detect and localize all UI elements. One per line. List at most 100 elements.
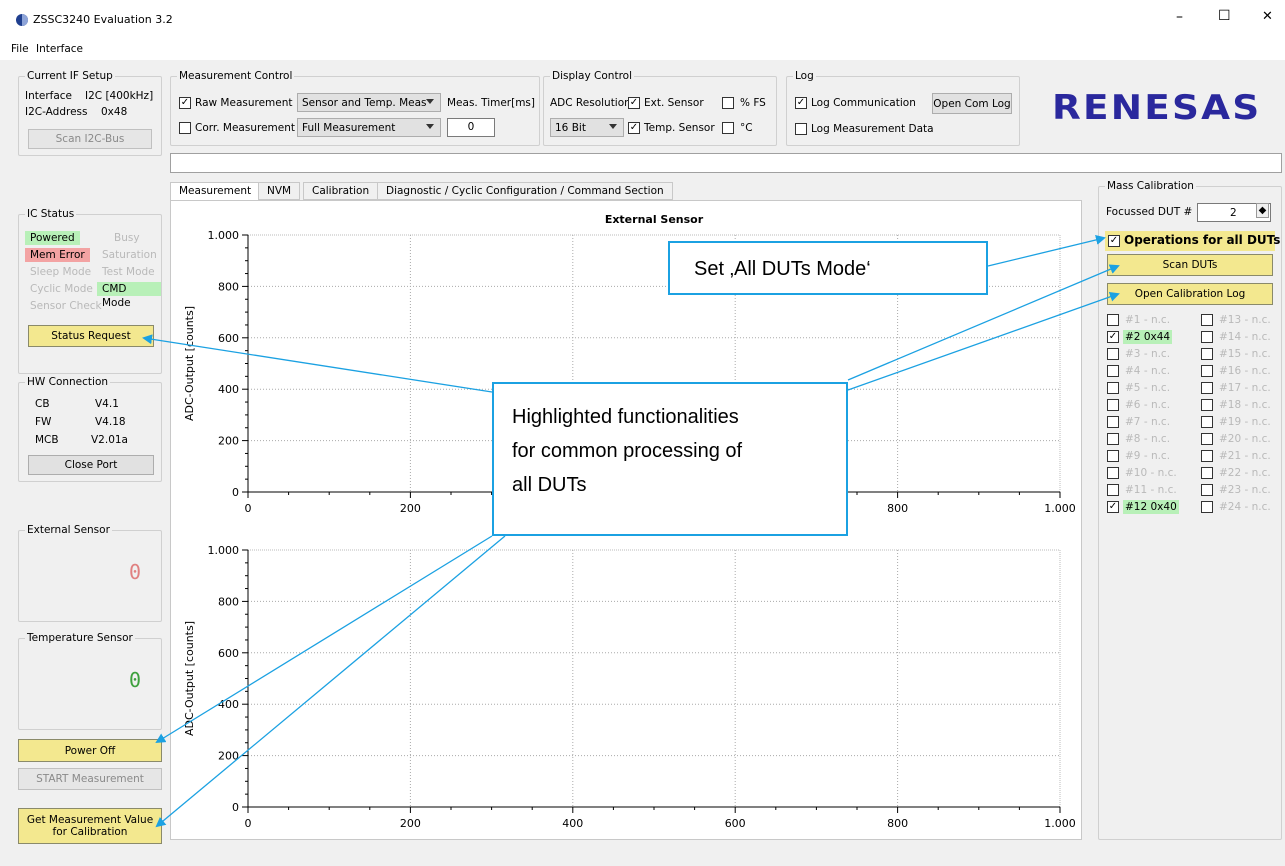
dut-checkbox[interactable] <box>1107 484 1119 496</box>
status-mem-error: Mem Error <box>25 248 90 262</box>
adc-resolution-select[interactable]: 16 Bit <box>550 118 624 137</box>
dut-checkbox[interactable] <box>1201 314 1213 326</box>
x-tick-label: 1.000 <box>1044 502 1076 515</box>
dut-checkbox[interactable] <box>1201 484 1213 496</box>
get-measurement-value-button[interactable]: Get Measurement Value for Calibration <box>18 808 162 844</box>
dut-checkbox[interactable] <box>1107 314 1119 326</box>
dut-label: #17 - n.c. <box>1219 382 1271 394</box>
hw-fw-label: FW <box>35 416 52 428</box>
dut-label: #3 - n.c. <box>1125 348 1171 360</box>
raw-mode-select[interactable]: Sensor and Temp. Meas <box>297 93 441 112</box>
temp-sensor-checkbox[interactable]: ✓ <box>628 122 640 134</box>
scan-i2c-button[interactable]: Scan I2C-Bus <box>28 129 152 149</box>
dut-checkbox[interactable] <box>1107 467 1119 479</box>
dut-checkbox[interactable]: ✓ <box>1107 501 1119 513</box>
menu-interface[interactable]: Interface <box>36 42 83 56</box>
plot-area <box>247 549 1061 808</box>
fs-checkbox[interactable] <box>722 97 734 109</box>
close-button[interactable]: ✕ <box>1262 10 1273 24</box>
log-communication-checkbox[interactable]: ✓ <box>795 97 807 109</box>
x-tick-label: 200 <box>400 502 421 515</box>
dut-checkbox[interactable]: ✓ <box>1107 331 1119 343</box>
dut-label: #9 - n.c. <box>1125 450 1171 462</box>
dut-label: #15 - n.c. <box>1219 348 1271 360</box>
raw-measurement-checkbox[interactable]: ✓ <box>179 97 191 109</box>
dut-label: #18 - n.c. <box>1219 399 1271 411</box>
log-measurement-checkbox[interactable] <box>795 123 807 135</box>
if-setup-group: Current IF Setup Interface I2C [400kHz] … <box>18 69 162 156</box>
tab-calibration[interactable]: Calibration <box>303 182 379 200</box>
close-port-button[interactable]: Close Port <box>28 455 154 475</box>
y-tick-label: 800 <box>218 595 239 608</box>
dut-label: #21 - n.c. <box>1219 450 1271 462</box>
external-sensor-title: External Sensor <box>25 523 112 537</box>
timer-input[interactable]: 0 <box>447 118 495 137</box>
all-duts-row[interactable]: ✓ Operations for all DUTs <box>1105 231 1280 251</box>
start-measurement-button[interactable]: START Measurement <box>18 768 162 790</box>
dut-checkbox[interactable] <box>1107 348 1119 360</box>
temp-sensor-label: Temp. Sensor <box>644 122 715 134</box>
degc-label: °C <box>740 122 753 134</box>
minimize-button[interactable]: – <box>1176 10 1183 24</box>
dut-checkbox[interactable] <box>1201 467 1213 479</box>
callout-line-1: Highlighted functionalities <box>512 406 739 428</box>
log-title: Log <box>793 69 816 83</box>
corr-mode-select[interactable]: Full Measurement <box>297 118 441 137</box>
x-tick-label: 1.000 <box>1044 817 1076 830</box>
maximize-button[interactable]: ☐ <box>1218 9 1231 23</box>
chevron-down-icon <box>426 99 434 104</box>
ic-status-group: IC Status Powered Busy Mem Error Saturat… <box>18 207 162 374</box>
dut-label: #7 - n.c. <box>1125 416 1171 428</box>
dut-label: #2 0x44 <box>1123 330 1173 344</box>
status-sensor-check: Sensor Check <box>30 300 102 312</box>
dut-checkbox[interactable] <box>1201 501 1213 513</box>
all-duts-label: Operations for all DUTs <box>1124 233 1281 247</box>
focussed-dut-spinbox[interactable]: 2 ◆ <box>1197 203 1271 222</box>
status-request-button[interactable]: Status Request <box>28 325 154 347</box>
dut-checkbox[interactable] <box>1107 450 1119 462</box>
raw-mode-value: Sensor and Temp. Meas <box>302 96 427 109</box>
callout-line-2: for common processing of <box>512 440 743 462</box>
renesas-logo: RENESAS <box>1052 88 1262 128</box>
menu-file[interactable]: File <box>11 42 29 56</box>
dut-label: #14 - n.c. <box>1219 331 1271 343</box>
x-tick-label: 200 <box>400 817 421 830</box>
power-off-button[interactable]: Power Off <box>18 739 162 762</box>
dut-checkbox[interactable] <box>1201 331 1213 343</box>
dut-checkbox[interactable] <box>1107 365 1119 377</box>
tab-measurement[interactable]: Measurement <box>170 182 261 201</box>
corr-measurement-checkbox[interactable] <box>179 122 191 134</box>
degc-checkbox[interactable] <box>722 122 734 134</box>
dut-checkbox[interactable] <box>1201 450 1213 462</box>
y-axis-label: ADC-Output [counts] <box>183 306 196 421</box>
dut-checkbox[interactable] <box>1107 416 1119 428</box>
open-com-log-button[interactable]: Open Com Log <box>932 93 1012 114</box>
hw-mcb-label: MCB <box>35 434 59 446</box>
all-duts-checkbox[interactable]: ✓ <box>1108 235 1120 247</box>
dut-checkbox[interactable] <box>1201 433 1213 445</box>
dut-label: #19 - n.c. <box>1219 416 1271 428</box>
dut-checkbox[interactable] <box>1107 433 1119 445</box>
spinner-icon[interactable]: ◆ <box>1256 203 1269 218</box>
ext-sensor-checkbox[interactable]: ✓ <box>628 97 640 109</box>
dut-checkbox[interactable] <box>1201 365 1213 377</box>
dut-checkbox[interactable] <box>1201 382 1213 394</box>
status-cmd-mode: CMD Mode <box>97 282 161 309</box>
scan-duts-button[interactable]: Scan DUTs <box>1107 254 1273 276</box>
y-tick-label: 800 <box>218 280 239 293</box>
hw-connection-title: HW Connection <box>25 375 111 389</box>
open-calibration-log-button[interactable]: Open Calibration Log <box>1107 283 1273 305</box>
hw-connection-group: HW Connection CB V4.1 FW V4.18 MCB V2.01… <box>18 375 162 482</box>
dut-checkbox[interactable] <box>1201 416 1213 428</box>
x-tick-label: 0 <box>245 817 252 830</box>
dut-checkbox[interactable] <box>1107 399 1119 411</box>
display-control-group: Display Control ADC Resolution ✓ Ext. Se… <box>543 69 777 146</box>
dut-checkbox[interactable] <box>1201 348 1213 360</box>
tab-diagnostic[interactable]: Diagnostic / Cyclic Configuration / Comm… <box>377 182 673 200</box>
dut-checkbox[interactable] <box>1107 382 1119 394</box>
adc-resolution-label: ADC Resolution <box>550 97 631 109</box>
fs-label: % FS <box>740 97 766 109</box>
hw-cb-label: CB <box>35 398 50 410</box>
tab-nvm[interactable]: NVM <box>258 182 301 200</box>
dut-checkbox[interactable] <box>1201 399 1213 411</box>
